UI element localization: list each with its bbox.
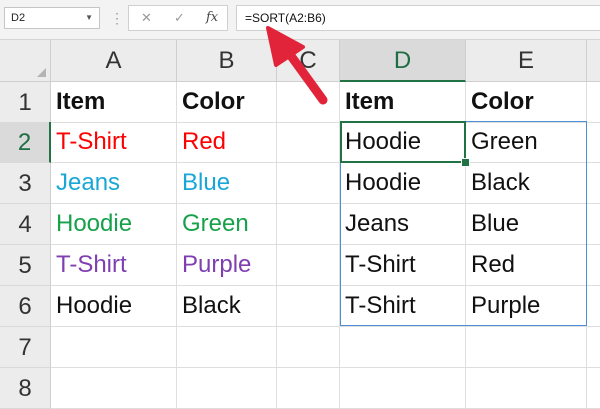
column-header-b[interactable]: B — [177, 40, 277, 82]
name-box-value: D2 — [11, 12, 26, 24]
row-header-5[interactable]: 5 — [0, 245, 51, 286]
formula-input[interactable]: =SORT(A2:B6) — [236, 5, 600, 31]
cell-d6[interactable]: T-Shirt — [340, 286, 466, 327]
cell-f7[interactable] — [587, 327, 600, 368]
cell-a8[interactable] — [51, 368, 177, 409]
cell-c8[interactable] — [277, 368, 340, 409]
formula-bar: D2 ▼ ⋮ ✕ ✓ fx =SORT(A2:B6) — [0, 0, 600, 40]
cell-e1[interactable]: Color — [466, 82, 587, 123]
cell-d8[interactable] — [340, 368, 466, 409]
cell-c2[interactable] — [277, 122, 340, 163]
cell-b7[interactable] — [177, 327, 277, 368]
drag-handle-icon[interactable]: ⋮ — [110, 10, 124, 26]
cell-f8[interactable] — [587, 368, 600, 409]
column-header-d[interactable]: D — [340, 40, 466, 82]
cell-c1[interactable] — [277, 82, 340, 123]
select-all-button[interactable] — [0, 40, 51, 82]
cell-e6[interactable]: Purple — [466, 286, 587, 327]
cell-e4[interactable]: Blue — [466, 204, 587, 245]
cell-d2[interactable]: Hoodie — [340, 122, 466, 163]
row-header-2[interactable]: 2 — [0, 122, 51, 163]
name-box[interactable]: D2 ▼ — [4, 7, 100, 29]
insert-function-icon[interactable]: fx — [206, 10, 218, 26]
row-header-1[interactable]: 1 — [0, 82, 51, 123]
cell-f5[interactable] — [587, 245, 600, 286]
cell-d5[interactable]: T-Shirt — [340, 245, 466, 286]
cell-a7[interactable] — [51, 327, 177, 368]
cell-e8[interactable] — [466, 368, 587, 409]
cell-a2[interactable]: T-Shirt — [51, 122, 177, 163]
cell-f1[interactable] — [587, 82, 600, 123]
cell-d3[interactable]: Hoodie — [340, 163, 466, 204]
cell-c3[interactable] — [277, 163, 340, 204]
cancel-icon[interactable]: ✕ — [141, 10, 152, 26]
cell-c7[interactable] — [277, 327, 340, 368]
cell-f4[interactable] — [587, 204, 600, 245]
cell-a1[interactable]: Item — [51, 82, 177, 123]
enter-icon[interactable]: ✓ — [174, 10, 185, 26]
cell-b5[interactable]: Purple — [177, 245, 277, 286]
select-all-icon — [37, 68, 46, 77]
column-header-c[interactable]: C — [277, 40, 340, 82]
cell-b6[interactable]: Black — [177, 286, 277, 327]
cell-b1[interactable]: Color — [177, 82, 277, 123]
cell-d7[interactable] — [340, 327, 466, 368]
cell-e5[interactable]: Red — [466, 245, 587, 286]
column-header-e[interactable]: E — [466, 40, 587, 82]
column-header-f[interactable] — [587, 40, 600, 82]
cell-f2[interactable] — [587, 122, 600, 163]
cell-b2[interactable]: Red — [177, 122, 277, 163]
cell-a5[interactable]: T-Shirt — [51, 245, 177, 286]
cell-e7[interactable] — [466, 327, 587, 368]
cell-f3[interactable] — [587, 163, 600, 204]
cell-b8[interactable] — [177, 368, 277, 409]
row-header-8[interactable]: 8 — [0, 368, 51, 409]
cell-c5[interactable] — [277, 245, 340, 286]
chevron-down-icon[interactable]: ▼ — [85, 8, 93, 28]
column-header-a[interactable]: A — [51, 40, 177, 82]
cell-d1[interactable]: Item — [340, 82, 466, 123]
row-header-7[interactable]: 7 — [0, 327, 51, 368]
row-header-6[interactable]: 6 — [0, 286, 51, 327]
row-header-3[interactable]: 3 — [0, 163, 51, 204]
cell-f6[interactable] — [587, 286, 600, 327]
cell-c6[interactable] — [277, 286, 340, 327]
formula-buttons: ✕ ✓ fx — [128, 5, 228, 31]
cell-a4[interactable]: Hoodie — [51, 204, 177, 245]
cell-b3[interactable]: Blue — [177, 163, 277, 204]
row-header-4[interactable]: 4 — [0, 204, 51, 245]
cell-e2[interactable]: Green — [466, 122, 587, 163]
cell-c4[interactable] — [277, 204, 340, 245]
cell-d4[interactable]: Jeans — [340, 204, 466, 245]
cell-b4[interactable]: Green — [177, 204, 277, 245]
cell-a3[interactable]: Jeans — [51, 163, 177, 204]
cell-a6[interactable]: Hoodie — [51, 286, 177, 327]
cell-e3[interactable]: Black — [466, 163, 587, 204]
